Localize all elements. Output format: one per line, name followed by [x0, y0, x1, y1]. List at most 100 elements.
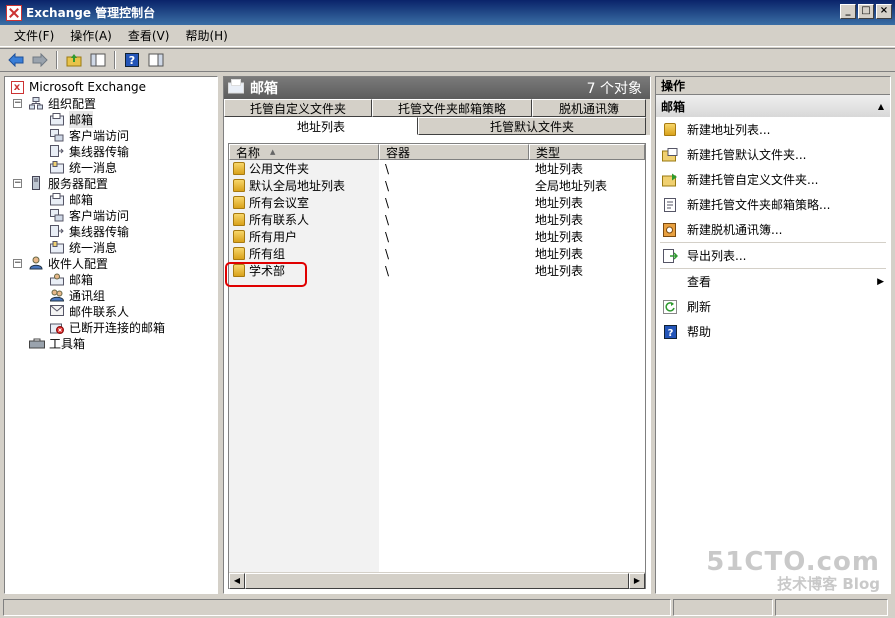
- collapse-icon[interactable]: −: [13, 258, 22, 268]
- tree-item-label: 统一消息: [69, 240, 118, 255]
- column-header-container[interactable]: 容器: [379, 144, 529, 160]
- cell-type: 地址列表: [535, 230, 584, 244]
- action-view[interactable]: 查看 ▶: [656, 269, 890, 294]
- action-label: 导出列表...: [687, 249, 747, 263]
- title-bar: Exchange 管理控制台 _ □ ×: [0, 0, 895, 25]
- address-list-icon: [233, 162, 245, 175]
- action-export-list[interactable]: 导出列表...: [656, 243, 890, 268]
- tree-item-server-hub-transport[interactable]: 集线器传输: [9, 223, 217, 239]
- tree-item-org-client-access[interactable]: 客户端访问: [9, 127, 217, 143]
- scroll-thumb[interactable]: [245, 573, 629, 589]
- tree-item-toolbox[interactable]: 工具箱: [9, 335, 217, 351]
- tree-item-label: 集线器传输: [69, 224, 130, 239]
- tree-item-recipient-config[interactable]: − 收件人配置: [9, 255, 217, 271]
- scroll-left-icon[interactable]: ◀: [229, 573, 245, 589]
- tree-item-disconnected-mailbox[interactable]: 已断开连接的邮箱: [9, 319, 217, 335]
- forward-arrow-icon[interactable]: [30, 51, 50, 69]
- table-row[interactable]: 默认全局地址列表 \ 全局地址列表: [229, 177, 645, 194]
- tree-item-label: 邮箱: [69, 192, 94, 207]
- tree-item-label: 组织配置: [48, 96, 97, 111]
- collapse-icon[interactable]: −: [13, 178, 22, 188]
- tab-offline-address-book[interactable]: 脱机通讯簿: [532, 99, 646, 117]
- tree-item-org-mailbox[interactable]: 邮箱: [9, 110, 217, 128]
- action-new-address-list[interactable]: 新建地址列表...: [656, 117, 890, 142]
- address-list-icon: [233, 230, 245, 243]
- cell-type: 地址列表: [535, 213, 584, 227]
- cell-name: 所有会议室: [249, 196, 310, 210]
- sort-ascending-icon: ▲: [270, 148, 276, 156]
- menu-action[interactable]: 操作(A): [62, 27, 120, 44]
- action-new-mailbox-policy[interactable]: 新建托管文件夹邮箱策略...: [656, 192, 890, 217]
- table-row[interactable]: 所有联系人 \ 地址列表: [229, 211, 645, 228]
- address-list-icon: [233, 213, 245, 226]
- tab-managed-default-folders[interactable]: 托管默认文件夹: [418, 117, 646, 135]
- column-header-type[interactable]: 类型: [529, 144, 645, 160]
- collapse-icon[interactable]: −: [13, 98, 22, 108]
- maximize-button[interactable]: □: [858, 4, 874, 19]
- action-help[interactable]: ? 帮助: [656, 319, 890, 344]
- tree-item-org-unified-messaging[interactable]: 统一消息: [9, 159, 217, 175]
- tab-address-lists[interactable]: 地址列表: [224, 117, 418, 135]
- menu-view[interactable]: 查看(V): [120, 27, 178, 44]
- action-label: 新建地址列表...: [687, 123, 771, 137]
- action-new-managed-custom-folder[interactable]: 新建托管自定义文件夹...: [656, 167, 890, 192]
- action-label: 新建托管文件夹邮箱策略...: [687, 198, 831, 212]
- help-icon[interactable]: ?: [122, 51, 142, 69]
- tree-item-label: 已断开连接的邮箱: [69, 320, 166, 335]
- horizontal-scrollbar[interactable]: ◀ ▶: [229, 572, 645, 589]
- table-row[interactable]: 公用文件夹 \ 地址列表: [229, 160, 645, 177]
- collapse-icon[interactable]: ▲: [878, 102, 884, 111]
- tree-item-org-config[interactable]: − 组织配置: [9, 95, 217, 111]
- help-icon: ?: [662, 324, 678, 340]
- back-arrow-icon[interactable]: [6, 51, 26, 69]
- mailbox-icon: [49, 112, 65, 126]
- managed-custom-folder-icon: [662, 172, 678, 188]
- show-hide-tree-icon[interactable]: [88, 51, 108, 69]
- table-row[interactable]: 所有用户 \ 地址列表: [229, 228, 645, 245]
- tree-item-server-mailbox[interactable]: 邮箱: [9, 191, 217, 207]
- tree-item-label: 集线器传输: [69, 144, 130, 159]
- tree-item-server-config[interactable]: − 服务器配置: [9, 175, 217, 191]
- action-new-managed-default-folder[interactable]: 新建托管默认文件夹...: [656, 142, 890, 167]
- cell-name: 所有用户: [249, 230, 298, 244]
- organization-icon: [28, 96, 44, 110]
- tree-item-server-client-access[interactable]: 客户端访问: [9, 207, 217, 223]
- tree-item-org-hub-transport[interactable]: 集线器传输: [9, 143, 217, 159]
- table-row[interactable]: 所有组 \ 地址列表: [229, 245, 645, 262]
- tree-item-label: 邮箱: [69, 272, 94, 287]
- exchange-app-icon: [6, 4, 22, 21]
- action-refresh[interactable]: 刷新: [656, 294, 890, 319]
- toolbar: ?: [0, 48, 895, 72]
- actions-header: 操作: [656, 77, 890, 95]
- console-tree: x Microsoft Exchange − 组织配置 邮箱 客户端访问 集线器…: [4, 76, 218, 594]
- menu-file[interactable]: 文件(F): [6, 27, 62, 44]
- tree-item-label: 工具箱: [49, 336, 86, 351]
- close-button[interactable]: ×: [876, 4, 892, 19]
- up-folder-icon[interactable]: [64, 51, 84, 69]
- object-count: 7 个对象: [586, 81, 642, 97]
- tree-item-root[interactable]: x Microsoft Exchange: [9, 79, 217, 95]
- action-label: 新建脱机通讯簿...: [687, 223, 783, 237]
- menu-help[interactable]: 帮助(H): [177, 27, 235, 44]
- tree-item-distribution-group[interactable]: 通讯组: [9, 287, 217, 303]
- minimize-button[interactable]: _: [840, 4, 856, 19]
- cell-container: \: [385, 229, 390, 244]
- scroll-right-icon[interactable]: ▶: [629, 573, 645, 589]
- action-pane-icon[interactable]: [146, 51, 166, 69]
- table-row[interactable]: 所有会议室 \ 地址列表: [229, 194, 645, 211]
- menu-bar: 文件(F) 操作(A) 查看(V) 帮助(H): [0, 25, 895, 47]
- action-new-offline-address-book[interactable]: 新建脱机通讯簿...: [656, 217, 890, 242]
- address-list-icon: [233, 179, 245, 192]
- cell-type: 地址列表: [535, 264, 584, 278]
- tree-item-mail-contact[interactable]: 邮件联系人: [9, 303, 217, 319]
- svg-text:?: ?: [667, 328, 673, 339]
- tree-item-label: 邮件联系人: [69, 304, 130, 319]
- tab-managed-folder-mailbox-policy[interactable]: 托管文件夹邮箱策略: [372, 99, 532, 117]
- column-header-name[interactable]: 名称 ▲: [229, 144, 379, 160]
- watermark: 51CTO.com 技术博客 Blog: [706, 549, 880, 592]
- actions-section-mailbox[interactable]: 邮箱 ▲: [656, 95, 890, 117]
- tree-item-recipient-mailbox[interactable]: 邮箱: [9, 271, 217, 287]
- tab-managed-custom-folders[interactable]: 托管自定义文件夹: [224, 99, 372, 117]
- cell-container: \: [385, 212, 390, 227]
- tree-item-server-unified-messaging[interactable]: 统一消息: [9, 239, 217, 255]
